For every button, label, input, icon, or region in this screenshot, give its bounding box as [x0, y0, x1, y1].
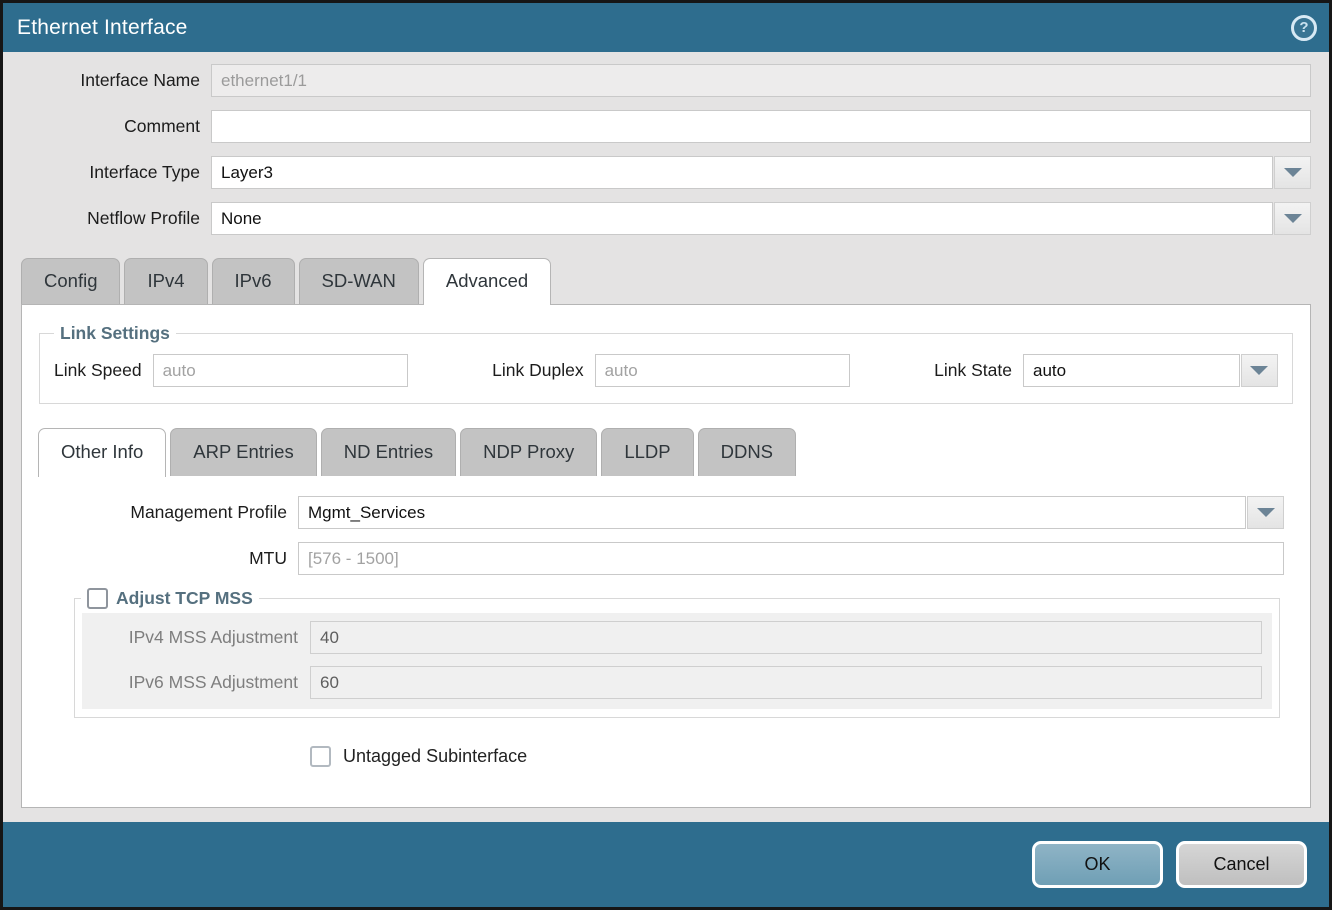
- comment-row: Comment: [21, 110, 1311, 143]
- chevron-down-icon: [1284, 214, 1302, 223]
- chevron-down-icon: [1284, 168, 1302, 177]
- sub-tab-bar: Other Info ARP Entries ND Entries NDP Pr…: [38, 428, 1294, 476]
- chevron-down-icon: [1250, 366, 1268, 375]
- link-speed-group: Link Speed: [54, 354, 408, 387]
- adjust-tcp-mss-fieldset: Adjust TCP MSS IPv4 MSS Adjustment IPv6 …: [74, 588, 1280, 718]
- dialog-body: Interface Name Comment Interface Type Ne…: [3, 52, 1329, 822]
- cancel-button[interactable]: Cancel: [1176, 841, 1307, 888]
- link-settings-row: Link Speed Link Duplex Link State: [54, 354, 1278, 387]
- mtu-row: MTU: [48, 542, 1284, 575]
- link-duplex-label: Link Duplex: [492, 360, 594, 381]
- ethernet-interface-dialog: Ethernet Interface ? Interface Name Comm…: [0, 0, 1332, 910]
- ipv4-mss-row: IPv4 MSS Adjustment: [92, 621, 1262, 654]
- ipv4-mss-label: IPv4 MSS Adjustment: [92, 627, 310, 648]
- netflow-profile-value[interactable]: [211, 202, 1273, 235]
- interface-name-row: Interface Name: [21, 64, 1311, 97]
- tab-ipv6[interactable]: IPv6: [212, 258, 295, 304]
- mtu-field[interactable]: [298, 542, 1284, 575]
- netflow-profile-label: Netflow Profile: [21, 208, 211, 229]
- interface-type-dropdown[interactable]: [211, 156, 1311, 189]
- adjust-tcp-mss-label: Adjust TCP MSS: [116, 588, 253, 609]
- adjust-tcp-mss-legend: Adjust TCP MSS: [81, 588, 259, 609]
- tab-arp-entries[interactable]: ARP Entries: [170, 428, 316, 476]
- interface-type-row: Interface Type: [21, 156, 1311, 189]
- other-info-panel: Management Profile MTU Adjust: [38, 476, 1294, 767]
- link-state-label: Link State: [934, 360, 1023, 381]
- ok-button[interactable]: OK: [1032, 841, 1163, 888]
- dialog-titlebar: Ethernet Interface ?: [3, 3, 1329, 52]
- adjust-tcp-mss-body: IPv4 MSS Adjustment IPv6 MSS Adjustment: [82, 613, 1272, 709]
- link-duplex-group: Link Duplex: [492, 354, 849, 387]
- management-profile-label: Management Profile: [48, 502, 298, 523]
- link-state-group: Link State: [934, 354, 1278, 387]
- untagged-subinterface-row: Untagged Subinterface: [310, 746, 1284, 767]
- link-settings-fieldset: Link Settings Link Speed Link Duplex Lin…: [39, 323, 1293, 404]
- tab-advanced[interactable]: Advanced: [423, 258, 551, 305]
- link-state-dropdown[interactable]: [1023, 354, 1278, 387]
- ipv6-mss-row: IPv6 MSS Adjustment: [92, 666, 1262, 699]
- netflow-profile-dropdown-button[interactable]: [1274, 202, 1311, 235]
- ipv4-mss-field: [310, 621, 1262, 654]
- netflow-profile-row: Netflow Profile: [21, 202, 1311, 235]
- mtu-label: MTU: [48, 548, 298, 569]
- chevron-down-icon: [1257, 508, 1275, 517]
- link-settings-legend: Link Settings: [54, 323, 176, 344]
- management-profile-dropdown-button[interactable]: [1247, 496, 1284, 529]
- untagged-subinterface-checkbox[interactable]: [310, 746, 331, 767]
- ipv6-mss-label: IPv6 MSS Adjustment: [92, 672, 310, 693]
- comment-field[interactable]: [211, 110, 1311, 143]
- netflow-profile-dropdown[interactable]: [211, 202, 1311, 235]
- tab-nd-entries[interactable]: ND Entries: [321, 428, 456, 476]
- link-state-value[interactable]: [1023, 354, 1240, 387]
- help-icon[interactable]: ?: [1291, 15, 1317, 41]
- management-profile-value[interactable]: [298, 496, 1246, 529]
- link-state-dropdown-button[interactable]: [1241, 354, 1278, 387]
- interface-type-value[interactable]: [211, 156, 1273, 189]
- interface-type-dropdown-button[interactable]: [1274, 156, 1311, 189]
- management-profile-dropdown[interactable]: [298, 496, 1284, 529]
- main-tab-bar: Config IPv4 IPv6 SD-WAN Advanced: [21, 258, 1311, 304]
- advanced-tab-panel: Link Settings Link Speed Link Duplex Lin…: [21, 304, 1311, 808]
- adjust-tcp-mss-checkbox[interactable]: [87, 588, 108, 609]
- interface-name-label: Interface Name: [21, 70, 211, 91]
- ipv6-mss-field: [310, 666, 1262, 699]
- comment-label: Comment: [21, 116, 211, 137]
- tab-ndp-proxy[interactable]: NDP Proxy: [460, 428, 597, 476]
- tab-config[interactable]: Config: [21, 258, 120, 304]
- tab-sd-wan[interactable]: SD-WAN: [299, 258, 419, 304]
- interface-name-field: [211, 64, 1311, 97]
- tab-lldp[interactable]: LLDP: [601, 428, 693, 476]
- interface-type-label: Interface Type: [21, 162, 211, 183]
- link-speed-field[interactable]: [153, 354, 408, 387]
- link-speed-label: Link Speed: [54, 360, 153, 381]
- link-duplex-field[interactable]: [595, 354, 850, 387]
- tab-other-info[interactable]: Other Info: [38, 428, 166, 477]
- tab-ipv4[interactable]: IPv4: [124, 258, 207, 304]
- dialog-footer: OK Cancel: [3, 822, 1329, 907]
- management-profile-row: Management Profile: [48, 496, 1284, 529]
- dialog-title: Ethernet Interface: [17, 16, 188, 40]
- untagged-subinterface-label: Untagged Subinterface: [331, 746, 527, 767]
- tab-ddns[interactable]: DDNS: [698, 428, 796, 476]
